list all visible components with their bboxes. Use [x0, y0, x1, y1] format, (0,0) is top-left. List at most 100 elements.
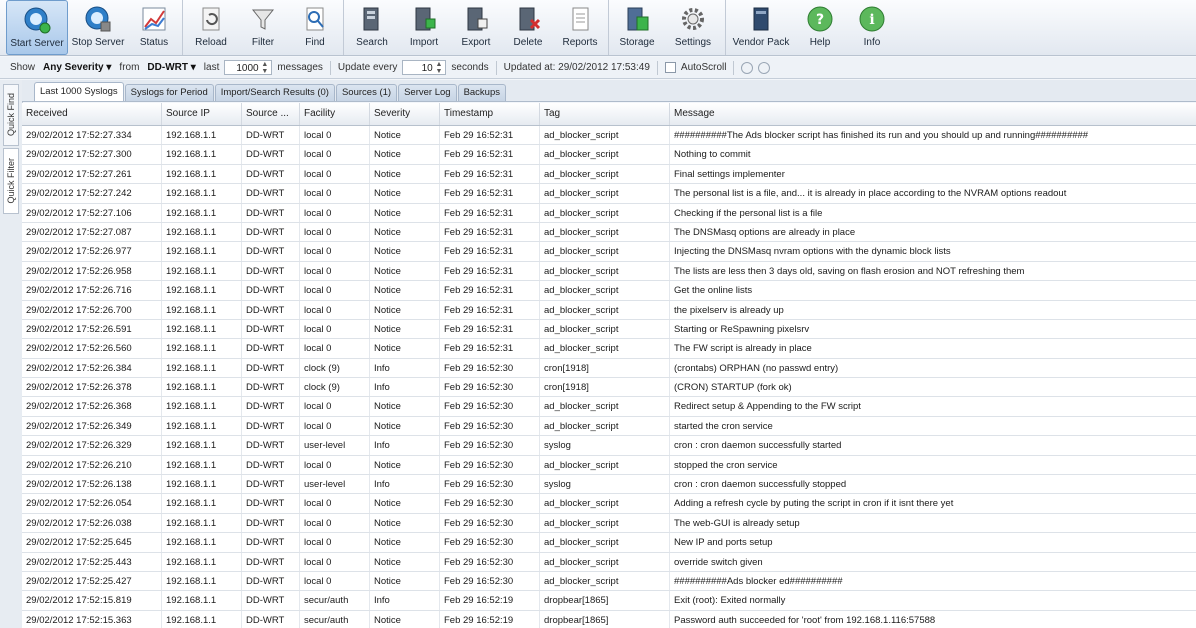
reload-button[interactable]: Reload — [185, 0, 237, 55]
pause-icon[interactable] — [741, 61, 754, 74]
tab-syslogs-for-period[interactable]: Syslogs for Period — [124, 84, 214, 101]
table-row[interactable]: 29/02/2012 17:52:26.054 192.168.1.1 DD-WRT… — [22, 494, 1196, 514]
table-row[interactable]: 29/02/2012 17:52:26.138 192.168.1.1 DD-WRT… — [22, 475, 1196, 495]
settings-button[interactable]: Settings — [663, 0, 723, 55]
tab-import-search-results[interactable]: Import/Search Results (0) — [214, 84, 335, 101]
table-row[interactable]: 29/02/2012 17:52:26.560 192.168.1.1 DD-WRT… — [22, 339, 1196, 359]
delete-button[interactable]: Delete — [502, 0, 554, 55]
cell-tag: ad_blocker_script — [540, 397, 670, 416]
source-dropdown[interactable]: DD-WRT ▾ — [144, 62, 198, 73]
spin-arrows-icon: ▲ ▼ — [435, 61, 443, 76]
vendor-pack-label: Vendor Pack — [732, 37, 790, 48]
messages-label: messages — [277, 62, 323, 73]
table-row[interactable]: 29/02/2012 17:52:26.329 192.168.1.1 DD-WRT… — [22, 436, 1196, 456]
quick-find-tab[interactable]: Quick Find — [3, 84, 19, 146]
table-row[interactable]: 29/02/2012 17:52:26.384 192.168.1.1 DD-WRT… — [22, 358, 1196, 379]
cell-tag: cron[1918] — [540, 358, 670, 378]
status-button[interactable]: Status — [128, 0, 180, 55]
refresh-icon[interactable] — [758, 61, 771, 74]
reload-label: Reload — [195, 37, 227, 48]
cell-facility: local 0 — [300, 281, 370, 300]
table-row[interactable]: 29/02/2012 17:52:27.106 192.168.1.1 DD-WRT… — [22, 203, 1196, 223]
cell-timestamp: Feb 29 16:52:30 — [440, 533, 540, 552]
start-server-button[interactable]: Start Server — [6, 0, 68, 55]
table-row[interactable]: 29/02/2012 17:52:27.300 192.168.1.1 DD-WRT… — [22, 145, 1196, 165]
reports-button[interactable]: Reports — [554, 0, 606, 55]
cell-tag: ad_blocker_script — [540, 203, 670, 222]
column-header-source-ip[interactable]: Source IP — [162, 103, 242, 125]
quick-find-label: Quick Find — [6, 93, 16, 137]
table-row[interactable]: 29/02/2012 17:52:26.368 192.168.1.1 DD-WRT… — [22, 397, 1196, 417]
find-button[interactable]: Find — [289, 0, 341, 55]
table-row[interactable]: 29/02/2012 17:52:26.977 192.168.1.1 DD-WRT… — [22, 242, 1196, 262]
info-label: Info — [863, 37, 881, 48]
table-row[interactable]: 29/02/2012 17:52:26.716 192.168.1.1 DD-WRT… — [22, 281, 1196, 301]
column-header-timestamp[interactable]: Timestamp — [440, 103, 540, 125]
quick-filter-tab[interactable]: Quick Filter — [3, 148, 19, 214]
table-row[interactable]: 29/02/2012 17:52:27.087 192.168.1.1 DD-WRT… — [22, 222, 1196, 243]
import-button[interactable]: Import — [398, 0, 450, 55]
update-interval-stepper[interactable]: 10 ▲ ▼ — [402, 60, 447, 76]
update-every-label: Update every — [337, 62, 398, 73]
cell-severity: Notice — [370, 416, 440, 436]
table-row[interactable]: 29/02/2012 17:52:26.038 192.168.1.1 DD-WRT… — [22, 513, 1196, 534]
cell-received: 29/02/2012 17:52:26.977 — [22, 242, 162, 261]
table-row[interactable]: 29/02/2012 17:52:15.819 192.168.1.1 DD-WRT… — [22, 591, 1196, 611]
tab-last-syslogs[interactable]: Last 1000 Syslogs — [34, 82, 124, 101]
cell-timestamp: Feb 29 16:52:30 — [440, 475, 540, 494]
status-label: Status — [139, 37, 169, 48]
table-row[interactable]: 29/02/2012 17:52:25.427 192.168.1.1 DD-WRT… — [22, 571, 1196, 592]
cell-timestamp: Feb 29 16:52:31 — [440, 319, 540, 339]
autoscroll-checkbox[interactable] — [664, 62, 676, 73]
column-header-source-name[interactable]: Source ... — [242, 103, 300, 125]
cell-received: 29/02/2012 17:52:27.106 — [22, 203, 162, 222]
cell-received: 29/02/2012 17:52:27.087 — [22, 222, 162, 242]
table-row[interactable]: 29/02/2012 17:52:27.334 192.168.1.1 DD-WRT… — [22, 126, 1196, 146]
cell-message: cron : cron daemon successfully stopped — [674, 479, 847, 491]
cell-severity: Info — [370, 378, 440, 397]
cell-tag: cron[1918] — [540, 378, 670, 397]
message-count-stepper[interactable]: 1000 ▲ ▼ — [224, 60, 273, 75]
table-row[interactable]: 29/02/2012 17:52:26.378 192.168.1.1 DD-WRT… — [22, 378, 1196, 398]
table-row[interactable]: 29/02/2012 17:52:26.700 192.168.1.1 DD-WRT… — [22, 300, 1196, 320]
table-row[interactable]: 29/02/2012 17:52:25.645 192.168.1.1 DD-WRT… — [22, 533, 1196, 553]
status-chart-icon — [140, 5, 168, 33]
table-row[interactable]: 29/02/2012 17:52:25.443 192.168.1.1 DD-WRT… — [22, 552, 1196, 572]
column-header-severity[interactable]: Severity — [370, 103, 440, 125]
cell-received: 29/02/2012 17:52:27.300 — [22, 145, 162, 164]
severity-dropdown[interactable]: Any Severity ▾ — [40, 62, 114, 73]
cell-facility: local 0 — [300, 455, 370, 475]
cell-source-name: DD-WRT — [242, 436, 300, 455]
table-row[interactable]: 29/02/2012 17:52:27.242 192.168.1.1 DD-WRT… — [22, 184, 1196, 204]
column-header-facility[interactable]: Facility — [300, 103, 370, 125]
table-row[interactable]: 29/02/2012 17:52:26.210 192.168.1.1 DD-WRT… — [22, 455, 1196, 476]
table-row[interactable]: 29/02/2012 17:52:26.349 192.168.1.1 DD-WRT… — [22, 416, 1196, 437]
storage-icon — [623, 5, 651, 33]
column-header-tag[interactable]: Tag — [540, 103, 670, 125]
help-button[interactable]: ? Help — [794, 0, 846, 55]
tab-server-log[interactable]: Server Log — [398, 84, 457, 101]
table-row[interactable]: 29/02/2012 17:52:27.261 192.168.1.1 DD-WRT… — [22, 164, 1196, 185]
data-group: Search Import Export Delete Reports — [346, 0, 609, 55]
vendor-pack-button[interactable]: Vendor Pack — [728, 0, 794, 55]
cell-source-ip: 192.168.1.1 — [162, 591, 242, 610]
filter-button[interactable]: Filter — [237, 0, 289, 55]
cell-received: 29/02/2012 17:52:26.716 — [22, 281, 162, 300]
find-label: Find — [305, 37, 325, 48]
tab-backups[interactable]: Backups — [457, 84, 506, 101]
cell-facility: local 0 — [300, 513, 370, 533]
info-button[interactable]: i Info — [846, 0, 898, 55]
column-header-received[interactable]: Received — [22, 103, 162, 125]
delete-label: Delete — [513, 37, 543, 48]
cell-message: Final settings implementer — [674, 168, 785, 180]
table-row[interactable]: 29/02/2012 17:52:26.591 192.168.1.1 DD-WRT… — [22, 319, 1196, 340]
stop-server-button[interactable]: Stop Server — [68, 0, 128, 55]
export-button[interactable]: Export — [450, 0, 502, 55]
table-row[interactable]: 29/02/2012 17:52:26.958 192.168.1.1 DD-WRT… — [22, 261, 1196, 282]
column-header-message[interactable]: Message — [670, 103, 1196, 125]
cell-message: ##########Ads blocker ed########## — [674, 575, 843, 587]
search-button[interactable]: Search — [346, 0, 398, 55]
table-row[interactable]: 29/02/2012 17:52:15.363 192.168.1.1 DD-WRT… — [22, 610, 1196, 628]
tab-sources[interactable]: Sources (1) — [335, 84, 398, 101]
storage-button[interactable]: Storage — [611, 0, 663, 55]
